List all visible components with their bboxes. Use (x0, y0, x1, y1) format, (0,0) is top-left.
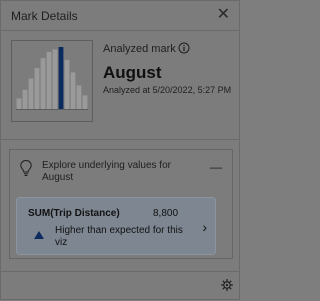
metric-description: Higher than expected for this viz (55, 225, 183, 248)
analyzed-timestamp: Analyzed at 5/20/2022, 5:27 PM (103, 85, 232, 95)
bar (64, 60, 70, 109)
explore-values-label: Explore underlying values for August (42, 160, 171, 183)
analyzed-mark-label: Analyzed mark (103, 43, 176, 55)
bar-highlighted (58, 47, 64, 109)
metric-name: SUM(Trip Distance) (28, 208, 120, 219)
metric-card[interactable]: SUM(Trip Distance) 8,800 Higher than exp… (16, 197, 216, 255)
bar (16, 98, 22, 109)
bar (28, 78, 34, 109)
triangle-up-icon (34, 231, 44, 239)
bar (52, 49, 58, 109)
bar (70, 72, 76, 109)
lightbulb-icon (20, 159, 32, 176)
bar (22, 89, 28, 109)
mark-details-panel: Mark Details ✕ Analyzed mark August Anal… (0, 0, 240, 300)
bar (76, 85, 82, 109)
mark-title: August (103, 63, 162, 82)
bar (46, 51, 52, 109)
footer-divider (1, 271, 239, 272)
bar (34, 68, 40, 109)
minus-icon[interactable]: — (210, 160, 222, 174)
panel-header: Mark Details ✕ (1, 1, 239, 31)
mark-chart (16, 47, 88, 110)
metric-value: 8,800 (153, 208, 179, 219)
explore-section: Explore underlying values for August — S… (9, 149, 233, 259)
bar (40, 58, 46, 109)
close-icon[interactable]: ✕ (217, 6, 230, 24)
chevron-right-icon[interactable]: › (202, 219, 207, 235)
info-icon[interactable] (178, 42, 190, 54)
section-divider (1, 139, 239, 140)
gear-icon[interactable] (221, 279, 233, 291)
panel-title: Mark Details (11, 9, 78, 23)
mark-chart-thumbnail (11, 40, 93, 122)
bar (82, 95, 88, 109)
